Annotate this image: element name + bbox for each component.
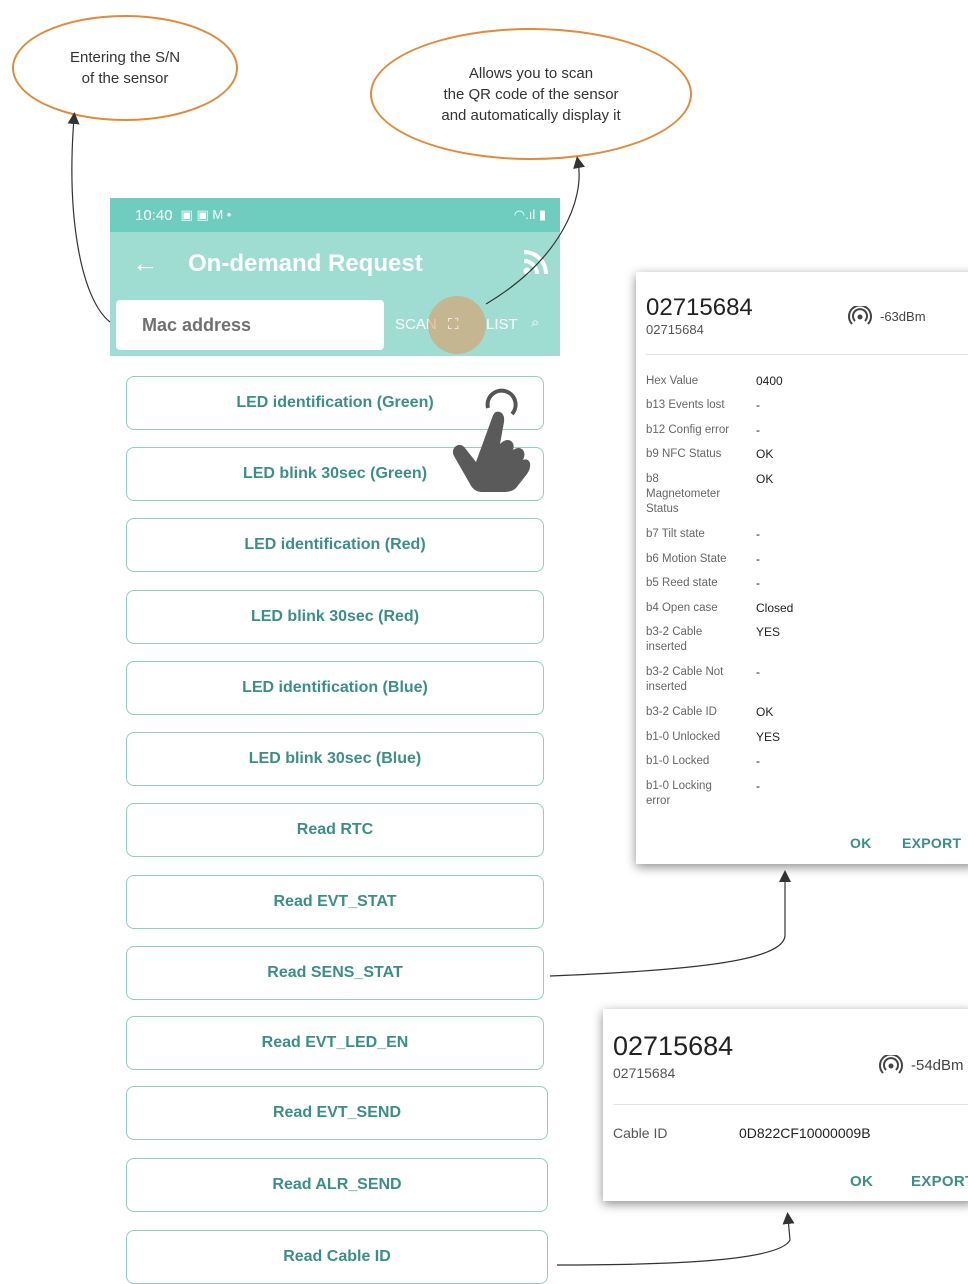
divider	[646, 354, 968, 355]
row-label: b12 Config error	[646, 424, 730, 436]
row-value: 0400	[756, 374, 783, 388]
row-label: b6 Motion State	[646, 553, 727, 565]
signal-strength: -54dBm	[879, 1055, 964, 1075]
row-value: OK	[756, 705, 774, 719]
row-label: b1-0 Locking error	[646, 780, 712, 807]
signal-icon	[848, 306, 872, 325]
row-value: YES	[756, 625, 781, 639]
dialog-subtitle: 02715684	[646, 322, 704, 337]
dialog-subtitle: 02715684	[613, 1065, 676, 1081]
row-value: -	[756, 527, 760, 541]
row-value: OK	[756, 447, 774, 461]
row-label: b1-0 Locked	[646, 755, 710, 767]
export-button[interactable]: EXPORT	[911, 1173, 968, 1190]
dialog-title: 02715684	[646, 294, 753, 321]
ok-button[interactable]: OK	[850, 1173, 873, 1190]
row-value: OK	[756, 472, 774, 486]
cable-id-dialog: 02715684 02715684 -54dBm Cable ID 0D822C…	[603, 1009, 968, 1201]
row-label: b7 Tilt state	[646, 528, 705, 540]
row-value: Closed	[756, 601, 794, 615]
signal-value: -63dBm	[880, 308, 926, 324]
row-value: -	[756, 576, 760, 590]
row-label: b3-2 Cable ID	[646, 706, 717, 718]
ok-button[interactable]: OK	[850, 835, 872, 851]
status-dialog: 02715684 02715684 -63dBm Hex Value 0400 …	[636, 272, 968, 864]
row-label: b3-2 Cable Not inserted	[646, 666, 724, 693]
dialog-title: 02715684	[613, 1031, 734, 1061]
row-value: YES	[756, 730, 781, 744]
row-value: -	[756, 398, 760, 412]
row-label: b3-2 Cable inserted	[646, 626, 703, 653]
row-label: b4 Open case	[646, 602, 718, 614]
row-value: -	[756, 552, 760, 566]
row-label: Hex Value	[646, 375, 699, 387]
row-value: -	[756, 754, 760, 768]
row-label: b1-0 Unlocked	[646, 731, 721, 743]
row-label: b9 NFC Status	[646, 448, 722, 460]
signal-value: -54dBm	[911, 1056, 964, 1074]
row-label: b8 Magnetometer Status	[646, 473, 721, 515]
row-label: b13 Events lost	[646, 399, 725, 411]
cable-id-label: Cable ID	[613, 1125, 668, 1141]
cable-id-value: 0D822CF10000009B	[739, 1125, 871, 1141]
signal-strength: -63dBm	[848, 306, 926, 326]
row-value: -	[756, 665, 760, 679]
export-button[interactable]: EXPORT	[902, 835, 961, 851]
row-value: -	[756, 779, 760, 793]
divider	[613, 1104, 968, 1105]
signal-icon	[879, 1055, 903, 1074]
row-value: -	[756, 423, 760, 437]
row-label: b5 Reed state	[646, 577, 718, 589]
